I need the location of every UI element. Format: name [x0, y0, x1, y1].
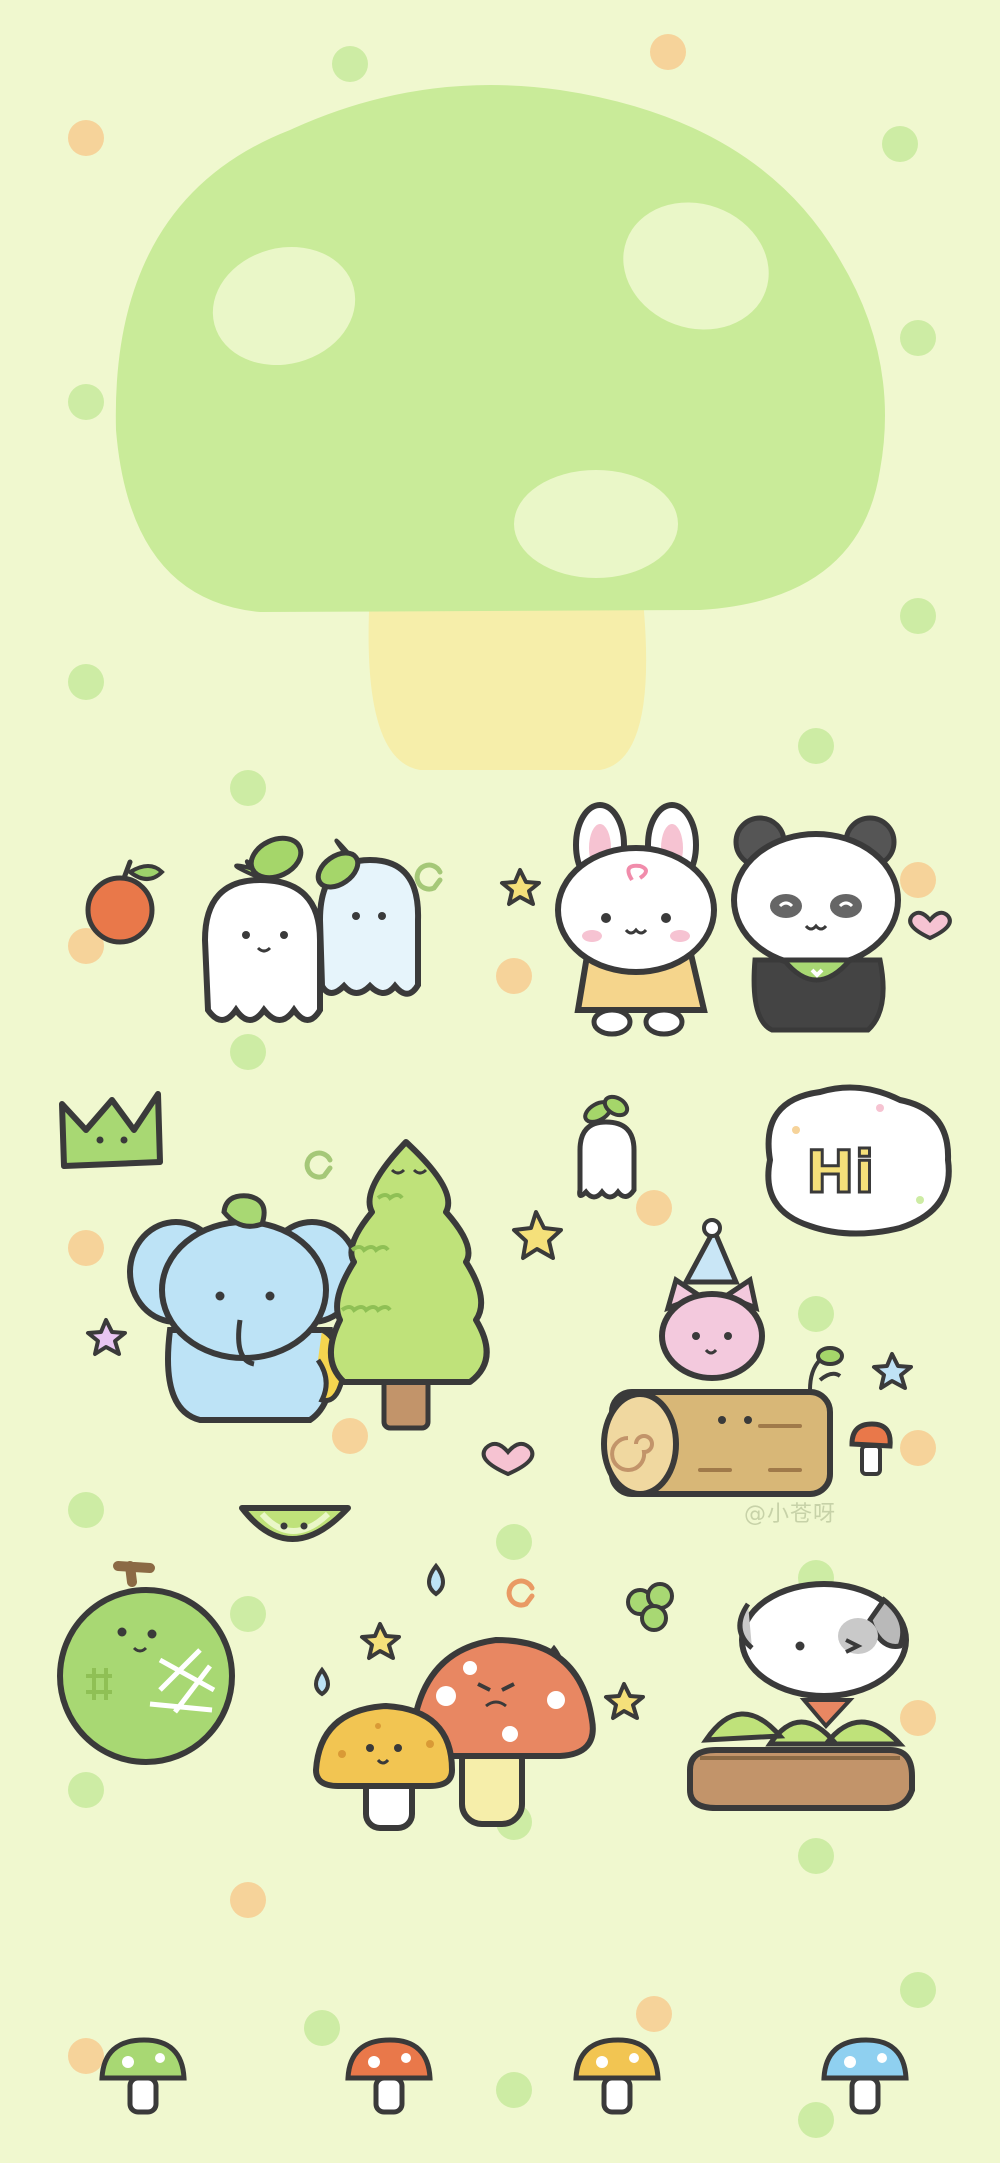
- hi-text: Hi: [806, 1138, 874, 1206]
- panda-icon: [731, 815, 901, 1033]
- watermark: @小苍呀: [744, 1502, 837, 1527]
- small-sprout-ghost-icon: [577, 1094, 637, 1200]
- hi-bubble: Hi: [765, 1084, 952, 1237]
- wallpaper-scene: Hi: [0, 0, 1000, 2163]
